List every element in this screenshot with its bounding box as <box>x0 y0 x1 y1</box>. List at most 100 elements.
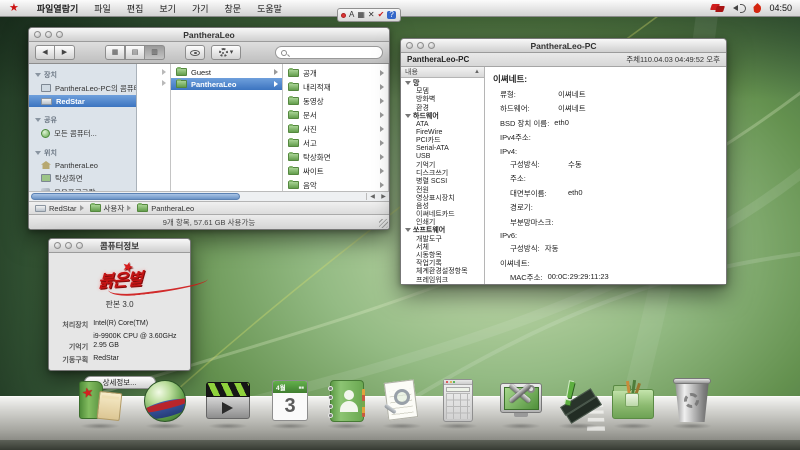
about-titlebar[interactable]: 콤퓨터정보 <box>49 239 190 253</box>
minimize-button[interactable] <box>45 31 52 38</box>
list-item[interactable]: 문서 <box>283 108 388 122</box>
dock-item-media-player[interactable] <box>204 377 252 425</box>
minimize-button[interactable] <box>65 242 72 249</box>
search-icon <box>281 50 287 56</box>
file-manager-titlebar[interactable]: PantheraLeo <box>29 28 389 42</box>
scroll-right-icon[interactable]: ▶ <box>378 193 389 200</box>
tree-group-software[interactable]: 쏘프트웨어 <box>401 226 484 234</box>
sidebar-item-desktop[interactable]: 탁상화면 <box>29 171 136 185</box>
menu-view[interactable]: 보기 <box>151 0 184 17</box>
system-info-titlebar[interactable]: PantheraLeo-PC <box>401 39 726 53</box>
resize-grip[interactable] <box>379 219 388 228</box>
palette-stamp-icon[interactable]: ✔ <box>378 11 385 19</box>
tree-item[interactable]: USB <box>401 153 484 161</box>
palette-font-icon[interactable]: A <box>349 11 354 19</box>
list-item[interactable]: 음악 <box>283 178 388 191</box>
list-view-button[interactable]: ▤ <box>125 45 145 60</box>
minimize-button[interactable] <box>417 42 424 49</box>
column-scrolled[interactable] <box>137 64 171 191</box>
zoom-button[interactable] <box>428 42 435 49</box>
detail-row: 경로기: <box>493 202 718 213</box>
icon-view-button[interactable]: ▦ <box>105 45 125 60</box>
sidebar-item-home[interactable]: PantheraLeo <box>29 159 136 171</box>
tree-item[interactable]: 시동항목 <box>401 251 484 259</box>
menu-go[interactable]: 가기 <box>184 0 217 17</box>
list-item[interactable]: 내리적재 <box>283 80 388 94</box>
tree-item[interactable]: 병렬 SCSI <box>401 177 484 185</box>
dock-item-address-book[interactable] <box>323 377 371 425</box>
dock-item-system-tools[interactable] <box>497 377 545 425</box>
column-view-button[interactable]: ▥ <box>145 45 165 60</box>
search-input[interactable] <box>275 46 383 59</box>
item-label: 문서 <box>303 110 317 121</box>
dock-item-stationery-folder[interactable] <box>609 377 657 425</box>
scroll-left-icon[interactable]: ◀ <box>367 193 378 200</box>
detail-row: 주소: <box>493 173 718 184</box>
detail-row: IPv6: <box>493 231 718 240</box>
dock-item-web-browser[interactable] <box>141 377 189 425</box>
dock-item-calculator[interactable] <box>434 377 482 425</box>
scrollbar-thumb[interactable] <box>31 193 240 200</box>
breadcrumb-users[interactable]: 사용자 <box>80 203 125 214</box>
dock-item-software-updater[interactable]: ! <box>554 377 602 425</box>
tree-item[interactable]: 방화벽 <box>401 95 484 103</box>
close-button[interactable] <box>406 42 413 49</box>
tree-item[interactable]: FireWire <box>401 128 484 136</box>
redstar-menu-icon[interactable]: ★ <box>9 3 19 14</box>
palette-grid-icon[interactable]: ▦ <box>357 11 365 19</box>
palette-help-icon[interactable]: ? <box>387 11 395 19</box>
forward-button[interactable]: ▶ <box>55 45 75 60</box>
list-item[interactable]: 공개 <box>283 66 388 80</box>
tree-group-hardware[interactable]: 하드웨어 <box>401 112 484 120</box>
menu-edit[interactable]: 편집 <box>119 0 152 17</box>
breadcrumb-home[interactable]: PantheraLeo <box>127 204 194 213</box>
list-item[interactable]: 서고 <box>283 136 388 150</box>
menu-window[interactable]: 창문 <box>217 0 250 17</box>
horizontal-scrollbar[interactable]: ◀ ▶ <box>29 191 389 201</box>
tree-item[interactable]: 서체 <box>401 243 484 251</box>
list-item[interactable]: 사진 <box>283 122 388 136</box>
list-item[interactable]: 탁상화면 <box>283 150 388 164</box>
list-item[interactable]: 동영상 <box>283 94 388 108</box>
list-item-pantheraleo[interactable]: PantheraLeo <box>171 78 282 90</box>
input-method-palette[interactable]: A ▦ ✕ ✔ ? <box>337 8 401 22</box>
dock-item-calendar[interactable]: 4월■■ 3 <box>266 377 314 425</box>
menu-help[interactable]: 도움말 <box>249 0 290 17</box>
window-title: PantheraLeo-PC <box>401 41 726 51</box>
palette-close-x-icon[interactable]: ✕ <box>368 11 375 19</box>
sidebar-item-label: 탁상화면 <box>55 173 83 184</box>
menu-clock[interactable]: 04:50 <box>769 3 792 13</box>
sidebar-item-all-computers[interactable]: 모든 콤퓨터... <box>29 126 136 140</box>
tree-item[interactable]: 모뎀 <box>401 87 484 95</box>
sidebar-item-computer[interactable]: PantheraLeo-PC의 콤퓨터 <box>29 81 136 95</box>
sidebar-item-redstar-disk[interactable]: RedStar <box>29 95 136 107</box>
tree-item[interactable]: PCI카드 <box>401 136 484 144</box>
tree-item[interactable]: 개발도구 <box>401 235 484 243</box>
tree-item[interactable]: 영상표시장치 <box>401 194 484 202</box>
list-item[interactable]: 싸이트 <box>283 164 388 178</box>
zoom-button[interactable] <box>76 242 83 249</box>
volume-icon[interactable] <box>733 3 745 13</box>
network-status-icon[interactable] <box>711 4 725 13</box>
tree-group-network[interactable]: 망 <box>401 79 484 87</box>
palette-close-icon[interactable] <box>341 13 346 18</box>
tree-item[interactable]: ATA <box>401 120 484 128</box>
alert-status-icon[interactable] <box>753 3 761 13</box>
tree-item[interactable]: 이쎠네트카드 <box>401 210 484 218</box>
quicklook-button[interactable] <box>185 45 205 60</box>
tree-item[interactable]: Serial-ATA <box>401 145 484 153</box>
tree-column-header[interactable]: 내용 ▲ <box>401 67 484 78</box>
menu-app-name[interactable]: 파일열람기 <box>29 0 86 17</box>
dock-item-trash[interactable] <box>668 377 716 425</box>
action-button[interactable]: ▾ <box>211 45 241 60</box>
list-item-guest[interactable]: Guest <box>171 66 282 78</box>
dock-item-file-manager[interactable]: ★ <box>76 377 124 425</box>
breadcrumb-redstar[interactable]: RedStar <box>35 204 77 213</box>
close-button[interactable] <box>54 242 61 249</box>
zoom-button[interactable] <box>56 31 63 38</box>
dock-item-document-viewer[interactable] <box>378 377 426 425</box>
ethernet-detail-panel: 이쎠네트: 류형:이쎠네트 하드웨어:이쎠네트 BSD 장치 이름:eth0 I… <box>485 67 726 284</box>
menu-file[interactable]: 파일 <box>86 0 119 17</box>
close-button[interactable] <box>34 31 41 38</box>
back-button[interactable]: ◀ <box>35 45 55 60</box>
